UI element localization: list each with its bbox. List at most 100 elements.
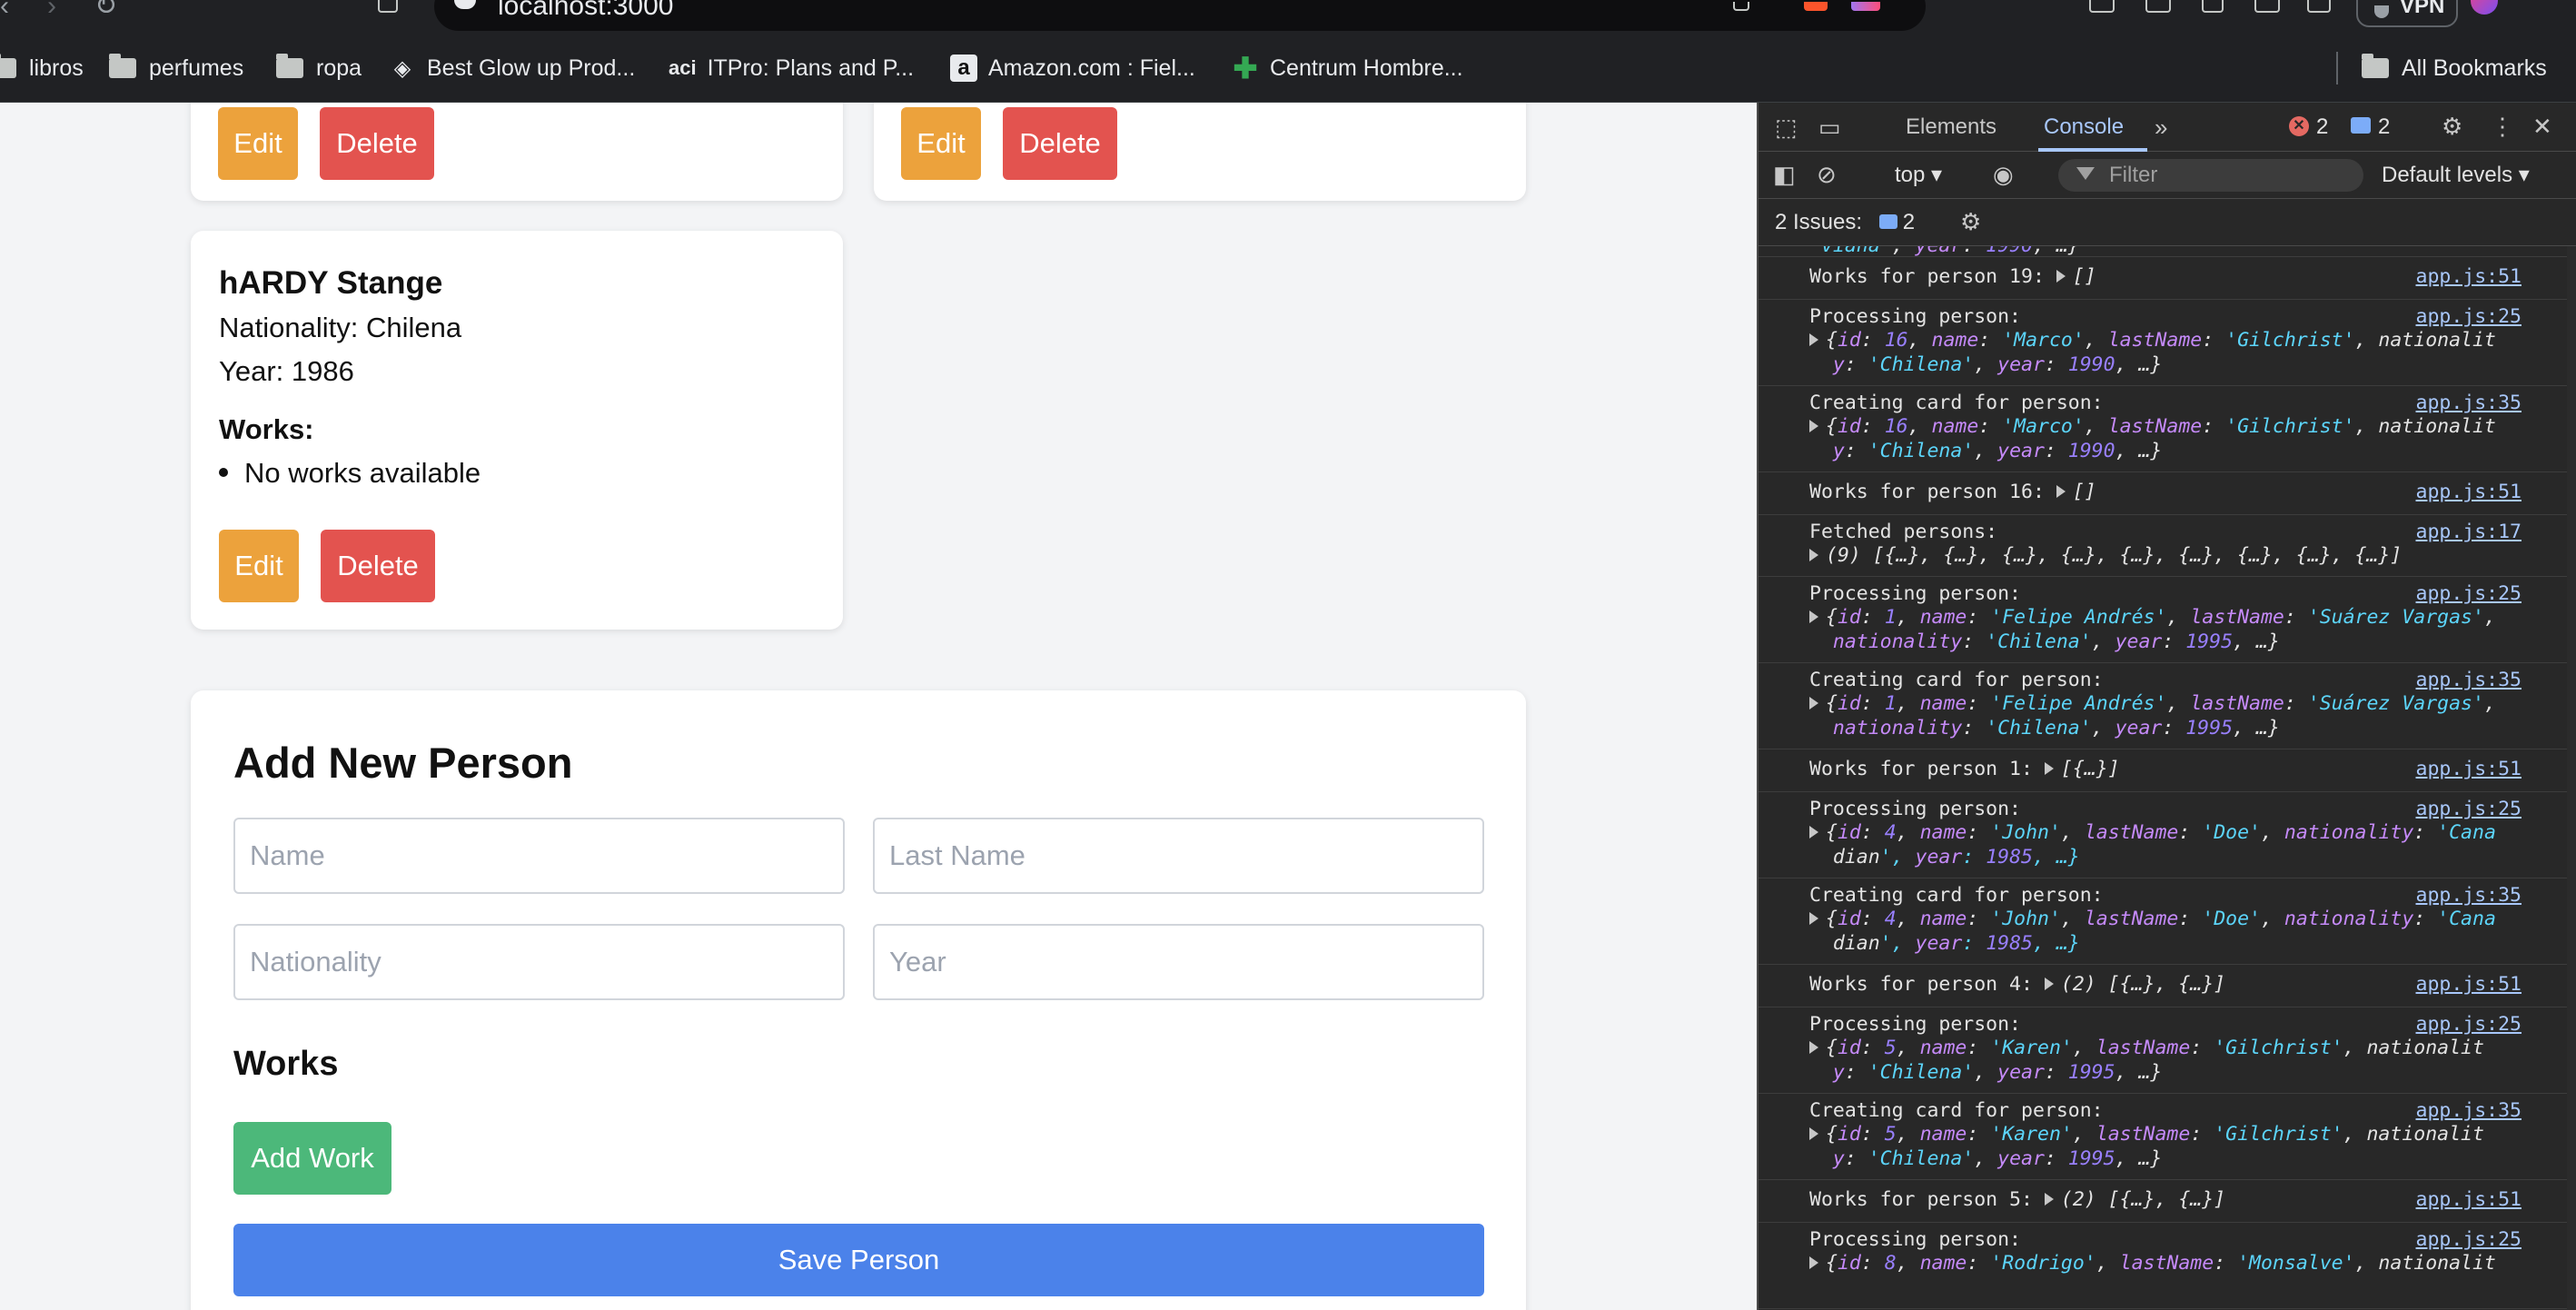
source-link[interactable]: app.js:35: [2416, 1099, 2522, 1122]
bookmark-amazon[interactable]: a Amazon.com : Fiel...: [950, 52, 1195, 84]
delete-button[interactable]: Delete: [1003, 107, 1117, 180]
log-object[interactable]: {id: 16, name: 'Marco', lastName: 'Gilch…: [1809, 328, 2496, 377]
log-value[interactable]: []: [2056, 481, 2096, 503]
bookmark-libros[interactable]: libros: [0, 52, 84, 84]
clear-console-icon[interactable]: ⊘: [1817, 163, 1837, 186]
source-link[interactable]: app.js:35: [2416, 884, 2522, 907]
more-tabs-icon[interactable]: »: [2155, 115, 2167, 139]
expand-triangle-icon[interactable]: [1809, 1127, 1818, 1140]
all-bookmarks[interactable]: All Bookmarks: [2362, 52, 2547, 84]
source-link[interactable]: app.js:35: [2416, 669, 2522, 691]
expand-triangle-icon[interactable]: [2044, 978, 2054, 990]
expand-triangle-icon[interactable]: [2056, 270, 2066, 283]
console-scrollbar[interactable]: [2567, 246, 2576, 1310]
source-link[interactable]: app.js:25: [2416, 1228, 2522, 1251]
delete-button[interactable]: Delete: [321, 530, 435, 602]
log-value[interactable]: []: [2056, 265, 2096, 288]
bookmark-perfumes[interactable]: perfumes: [109, 52, 243, 84]
last-name-input[interactable]: [873, 818, 1484, 894]
device-toolbar-icon[interactable]: ▭: [1818, 115, 1841, 139]
filter-input[interactable]: Filter: [2058, 159, 2363, 192]
message-icon[interactable]: [2351, 117, 2371, 134]
tab-search-icon[interactable]: [2254, 0, 2280, 13]
tab-console[interactable]: Console: [2044, 103, 2124, 152]
source-link[interactable]: app.js:51: [2416, 758, 2522, 780]
brave-shields-icon[interactable]: [1804, 2, 1828, 11]
log-object[interactable]: {id: 16, name: 'Marco', lastName: 'Gilch…: [1809, 414, 2496, 463]
profile-avatar[interactable]: [2471, 0, 2498, 15]
reload-icon[interactable]: ↻: [94, 0, 117, 13]
bookmark-ropa[interactable]: ropa: [276, 52, 362, 84]
name-input[interactable]: [233, 818, 845, 894]
expand-triangle-icon[interactable]: [1809, 610, 1818, 623]
log-object[interactable]: {id: 1, name: 'Felipe Andrés', lastName:…: [1809, 605, 2496, 654]
error-icon[interactable]: ✕: [2289, 116, 2309, 136]
log-value[interactable]: [{…}]: [2044, 758, 2120, 780]
log-object[interactable]: {id: 4, name: 'John', lastName: 'Doe', n…: [1809, 820, 2496, 869]
context-selector[interactable]: top ▾: [1895, 162, 1942, 188]
log-value[interactable]: (2) [{…}, {…}]: [2044, 973, 2225, 996]
source-link[interactable]: app.js:51: [2416, 973, 2522, 996]
expand-triangle-icon[interactable]: [1809, 549, 1818, 561]
bookmark-best-glow-up[interactable]: ◈ Best Glow up Prod...: [389, 52, 636, 84]
log-value[interactable]: (2) [{…}, {…}]: [2044, 1188, 2225, 1211]
sidebar-toggle-icon[interactable]: ◧: [1773, 163, 1796, 186]
site-info-icon[interactable]: [454, 0, 476, 9]
expand-triangle-icon[interactable]: [2044, 1193, 2054, 1206]
source-link[interactable]: app.js:25: [2416, 798, 2522, 820]
back-icon[interactable]: ‹: [0, 0, 9, 13]
media-icon[interactable]: [2145, 0, 2171, 13]
log-object[interactable]: {id: 5, name: 'Karen', lastName: 'Gilchr…: [1809, 1036, 2484, 1085]
save-person-button[interactable]: Save Person: [233, 1224, 1484, 1296]
expand-triangle-icon[interactable]: [2044, 762, 2054, 775]
expand-triangle-icon[interactable]: [1809, 1256, 1818, 1269]
year-input[interactable]: [873, 924, 1484, 1000]
tab-elements[interactable]: Elements: [1906, 103, 1996, 152]
source-link[interactable]: app.js:51: [2416, 265, 2522, 288]
more-options-icon[interactable]: ⋮: [2491, 114, 2514, 138]
expand-triangle-icon[interactable]: [1809, 697, 1818, 710]
expand-triangle-icon[interactable]: [1809, 912, 1818, 925]
live-expression-eye-icon[interactable]: ◉: [1993, 163, 2014, 186]
leo-ai-icon[interactable]: [2307, 0, 2331, 13]
vpn-button[interactable]: VPN: [2356, 0, 2458, 27]
nationality-input[interactable]: [233, 924, 845, 1000]
log-object[interactable]: {id: 5, name: 'Karen', lastName: 'Gilchr…: [1809, 1122, 2484, 1171]
add-work-button[interactable]: Add Work: [233, 1122, 391, 1195]
log-object[interactable]: {id: 1, name: 'Felipe Andrés', lastName:…: [1809, 691, 2496, 740]
rewards-icon[interactable]: [1851, 2, 1880, 11]
source-link[interactable]: app.js:51: [2416, 481, 2522, 503]
bookmark-star-icon[interactable]: [378, 0, 398, 13]
expand-triangle-icon[interactable]: [2056, 485, 2066, 498]
extensions-icon[interactable]: [2089, 0, 2115, 13]
source-link[interactable]: app.js:35: [2416, 392, 2522, 414]
expand-triangle-icon[interactable]: [1809, 826, 1818, 839]
settings-gear-icon[interactable]: ⚙: [2442, 114, 2462, 138]
source-link[interactable]: app.js:25: [2416, 582, 2522, 605]
issues-settings-gear-icon[interactable]: ⚙: [1960, 210, 1981, 233]
log-object[interactable]: {id: 4, name: 'John', lastName: 'Doe', n…: [1809, 907, 2496, 956]
source-link[interactable]: app.js:25: [2416, 305, 2522, 328]
expand-triangle-icon[interactable]: [1809, 420, 1818, 432]
source-link[interactable]: app.js:17: [2416, 521, 2522, 543]
delete-button[interactable]: Delete: [320, 107, 434, 180]
forward-icon[interactable]: ›: [47, 0, 56, 13]
log-levels-dropdown[interactable]: Default levels ▾: [2382, 162, 2530, 188]
edit-button[interactable]: Edit: [219, 530, 299, 602]
source-link[interactable]: app.js:25: [2416, 1013, 2522, 1036]
share-icon[interactable]: [1733, 2, 1749, 11]
close-icon[interactable]: ✕: [2532, 114, 2552, 138]
sidebar-icon[interactable]: [2202, 0, 2224, 13]
log-object[interactable]: {id: 8, name: 'Rodrigo', lastName: 'Mons…: [1809, 1251, 2496, 1275]
expand-triangle-icon[interactable]: [1809, 1041, 1818, 1054]
log-object[interactable]: (9) [{…}, {…}, {…}, {…}, {…}, {…}, {…}, …: [1809, 543, 2402, 568]
bookmark-centrum[interactable]: ✚ Centrum Hombre...: [1232, 52, 1463, 84]
address-bar[interactable]: localhost:3000: [434, 0, 1926, 31]
expand-triangle-icon[interactable]: [1809, 333, 1818, 346]
inspect-element-icon[interactable]: ⬚: [1775, 115, 1798, 139]
edit-button[interactable]: Edit: [218, 107, 298, 180]
bookmark-itpro[interactable]: aci ITPro: Plans and P...: [669, 52, 914, 84]
issues-link[interactable]: 2 Issues: 2: [1775, 210, 1915, 235]
source-link[interactable]: app.js:51: [2416, 1188, 2522, 1211]
edit-button[interactable]: Edit: [901, 107, 981, 180]
